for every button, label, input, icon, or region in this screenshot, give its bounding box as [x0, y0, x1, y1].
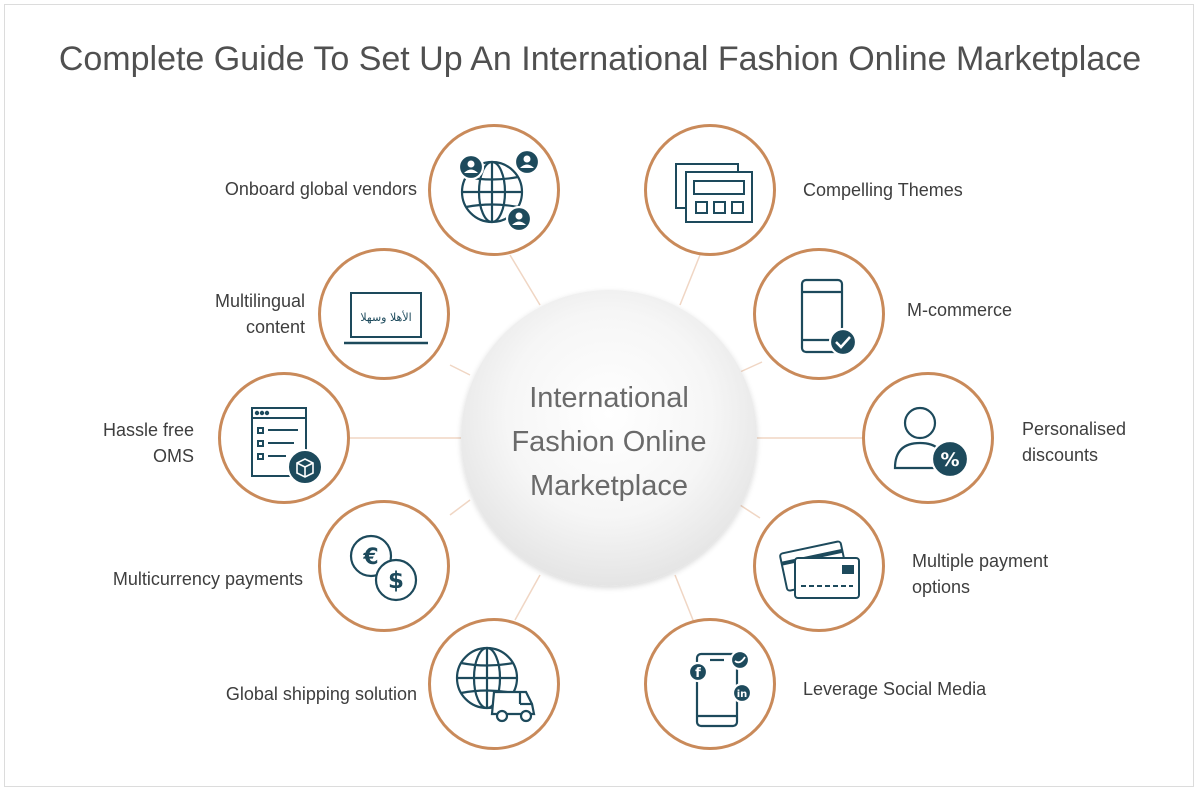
svg-text:in: in: [737, 689, 748, 700]
oms-list-icon: [251, 407, 323, 485]
node-personalised-discounts: %: [862, 372, 994, 504]
label-m-commerce: M-commerce: [907, 300, 1013, 320]
node-multicurrency-payments: € $: [318, 500, 450, 632]
node-global-shipping-solution: [428, 618, 560, 750]
center-label: International Fashion Online Marketplace: [511, 382, 707, 502]
label-personalised-discounts: Personalised discounts: [1022, 419, 1127, 465]
spoke-right-2: [739, 361, 763, 373]
svg-text:€: €: [362, 545, 378, 570]
spoke-left-2: [449, 364, 471, 376]
spoke-left-1: [509, 254, 541, 306]
currency-coins-icon: € $: [349, 534, 418, 602]
label-multicurrency-payments: Multicurrency payments: [112, 569, 303, 589]
node-compelling-themes: [644, 124, 776, 256]
themes-windows-icon: [675, 163, 753, 223]
node-m-commerce: [753, 248, 885, 380]
svg-text:f: f: [695, 666, 701, 681]
center-hub: International Fashion Online Marketplace: [461, 290, 757, 586]
label-multiple-payment-options: Multiple payment options: [912, 551, 1049, 597]
label-global-shipping-solution: Global shipping solution: [225, 684, 417, 704]
spoke-right-5: [674, 574, 696, 626]
spoke-right-1: [679, 254, 701, 306]
user-percent-icon: %: [893, 406, 970, 479]
svg-text:%: %: [940, 449, 959, 471]
node-hassle-free-oms: [218, 372, 350, 504]
spoke-left-5: [514, 574, 541, 621]
phone-check-icon: [800, 278, 858, 357]
phone-social-icon: f in: [687, 649, 753, 728]
laptop-arabic-text: الأهلا وسهلا: [360, 310, 411, 324]
node-multilingual-content: الأهلا وسهلا: [318, 248, 450, 380]
svg-text:$: $: [388, 568, 404, 594]
label-leverage-social-media: Leverage Social Media: [803, 679, 987, 699]
credit-cards-icon: [779, 540, 860, 599]
label-hassle-free-oms: Hassle free OMS: [102, 420, 194, 466]
node-multiple-payment-options: [753, 500, 885, 632]
globe-users-icon: [457, 148, 541, 233]
label-onboard-global-vendors: Onboard global vendors: [224, 179, 417, 199]
globe-truck-icon: [455, 646, 536, 723]
laptop-arabic-icon: الأهلا وسهلا: [344, 292, 428, 345]
node-onboard-global-vendors: [428, 124, 560, 256]
label-multilingual-content: Multilingual content: [214, 291, 305, 337]
label-compelling-themes: Compelling Themes: [803, 180, 963, 200]
node-leverage-social-media: f in: [644, 618, 776, 750]
